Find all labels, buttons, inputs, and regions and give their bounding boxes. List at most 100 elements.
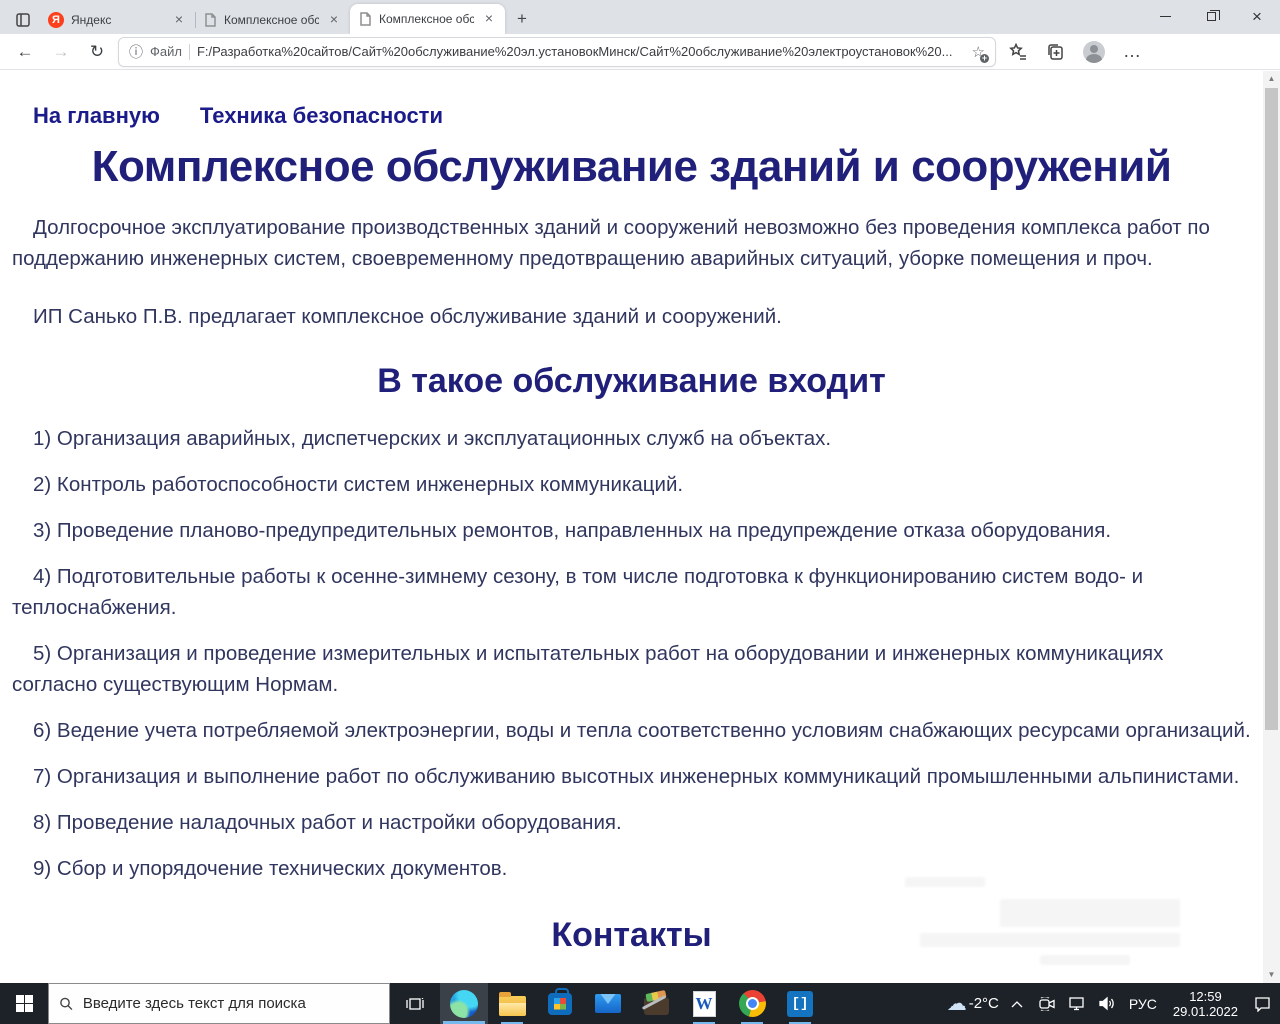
mail-icon [595,994,621,1013]
divider [189,44,190,60]
collections-button[interactable] [1040,37,1072,67]
tray-overflow-button[interactable] [1005,983,1029,1024]
favorites-hub-button[interactable] [1002,37,1034,67]
taskbar-search[interactable] [48,983,390,1024]
list-item: 3) Проведение планово-предупредительных … [12,515,1251,546]
taskbar-app-word[interactable]: W [680,983,728,1024]
list-item: 4) Подготовительные работы к осенне-зимн… [12,561,1251,623]
close-icon: × [1252,8,1262,25]
tab-actions-button[interactable] [8,6,38,34]
list-item: 8) Проведение наладочных работ и настрой… [12,807,1251,838]
taskbar-app-mail[interactable] [584,983,632,1024]
info-icon[interactable]: ⓘ [129,42,143,62]
faded-artifact [1040,955,1130,965]
edge-icon [450,990,478,1018]
restore-button[interactable] [1188,0,1234,32]
refresh-button[interactable]: ↻ [82,37,112,67]
collections-icon [1047,43,1065,61]
faded-artifact [920,933,1180,947]
camera-icon [1038,997,1056,1011]
speaker-icon [1098,996,1116,1011]
intro-paragraph: ИП Санько П.В. предлагает комплексное об… [12,301,1251,332]
action-center-button[interactable] [1250,983,1274,1024]
nav-link-home[interactable]: На главную [33,103,160,129]
profile-button[interactable] [1078,37,1110,67]
faded-artifact [905,877,985,887]
date-label: 29.01.2022 [1173,1004,1238,1019]
brackets-icon: [] [787,991,813,1017]
windows-logo-icon [16,995,33,1012]
settings-menu-button[interactable]: … [1116,37,1148,67]
tab-title: Комплексное обслуживание зд [224,13,319,27]
file-explorer-icon [499,996,526,1016]
search-input[interactable] [83,995,379,1012]
nav-link-safety[interactable]: Техника безопасности [200,103,443,129]
taskbar-app-file-explorer[interactable] [488,983,536,1024]
temperature-label: -2°C [969,995,999,1012]
forward-button[interactable]: → [46,37,76,67]
tab-page-2-active[interactable]: Комплексное обслуживание зд × [350,4,505,34]
taskbar: W [] ☁ -2°C РУС 12:59 29.01.2022 [0,983,1280,1024]
close-window-button[interactable]: × [1234,0,1280,32]
time-label: 12:59 [1189,989,1222,1004]
list-item: 1) Организация аварийных, диспетчерских … [12,423,1251,454]
cloud-icon: ☁ [947,991,967,1016]
weather-widget[interactable]: ☁ -2°C [947,983,999,1024]
close-icon[interactable]: × [481,11,497,27]
close-icon[interactable]: × [326,12,342,28]
tab-page-1[interactable]: Комплексное обслуживание зд × [195,6,350,34]
avatar [1083,41,1105,63]
system-tray: ☁ -2°C РУС 12:59 29.01.2022 [947,983,1280,1024]
microsoft-store-icon [548,993,572,1015]
network-button[interactable] [1065,983,1089,1024]
intro-paragraph: Долгосрочное эксплуатирование производст… [12,212,1251,274]
tab-title: Комплексное обслуживание зд [379,12,474,26]
restore-icon [1207,12,1216,21]
minimize-button[interactable] [1142,0,1188,32]
add-favorite-icon[interactable]: ☆ [972,43,985,61]
start-button[interactable] [0,983,48,1024]
list-item: 6) Ведение учета потребляемой электроэне… [12,715,1251,746]
chrome-icon [739,990,766,1017]
taskbar-app-edge[interactable] [440,983,488,1024]
address-bar[interactable]: ⓘ Файл F:/Разработка%20сайтов/Сайт%20обс… [118,37,996,67]
taskbar-app-brackets[interactable]: [] [776,983,824,1024]
tab-strip: Я Яндекс × Комплексное обслуживание зд ×… [0,0,1280,34]
vertical-tabs-icon [15,12,31,28]
tab-title: Яндекс [71,13,164,27]
scrollbar[interactable]: ▲ ▼ [1263,71,1280,983]
minimize-icon [1160,16,1171,17]
taskbar-app-tools[interactable] [632,983,680,1024]
back-button[interactable]: ← [10,37,40,67]
meet-now-button[interactable] [1035,983,1059,1024]
browser-toolbar: ← → ↻ ⓘ Файл F:/Разработка%20сайтов/Сайт… [0,34,1280,70]
taskbar-app-store[interactable] [536,983,584,1024]
scheme-label: Файл [150,44,182,59]
word-icon: W [693,991,716,1017]
site-nav: На главную Техника безопасности [33,103,1251,129]
document-favicon [358,12,372,26]
scroll-down-icon[interactable]: ▼ [1263,967,1280,983]
volume-button[interactable] [1095,983,1119,1024]
task-view-button[interactable] [390,983,440,1024]
new-tab-button[interactable]: + [509,6,535,32]
page-content: На главную Техника безопасности Комплекс… [0,71,1263,983]
page-title: Комплексное обслуживание зданий и сооруж… [12,143,1251,191]
list-item: 2) Контроль работоспособности систем инж… [12,469,1251,500]
clock[interactable]: 12:59 29.01.2022 [1167,989,1244,1019]
list-item: 7) Организация и выполнение работ по обс… [12,761,1251,792]
scrollbar-thumb[interactable] [1265,88,1278,730]
list-item: 9) Сбор и упорядочение технических докум… [12,853,1251,884]
yandex-favicon: Я [48,12,64,28]
faded-artifact [1000,899,1180,927]
browser-window: Я Яндекс × Комплексное обслуживание зд ×… [0,0,1280,1024]
notification-icon [1254,996,1271,1012]
url-text[interactable]: F:/Разработка%20сайтов/Сайт%20обслуживан… [197,44,965,59]
close-icon[interactable]: × [171,12,187,28]
taskbar-app-chrome[interactable] [728,983,776,1024]
favorites-icon [1009,43,1027,61]
tab-yandex[interactable]: Я Яндекс × [40,6,195,34]
language-indicator[interactable]: РУС [1125,983,1161,1024]
scroll-up-icon[interactable]: ▲ [1263,71,1280,87]
chevron-up-icon [1010,999,1024,1009]
